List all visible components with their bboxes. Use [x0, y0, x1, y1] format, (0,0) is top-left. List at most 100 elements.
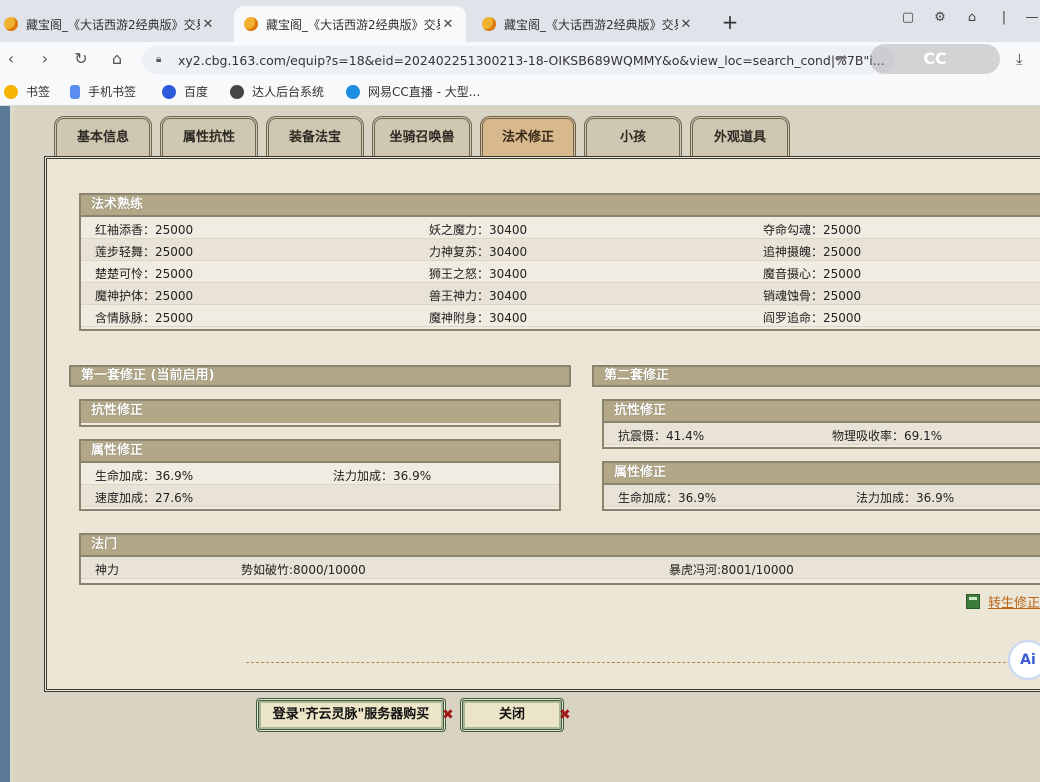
tab-child[interactable]: 小孩 [584, 116, 682, 158]
table-cell: 狮王之怒：30400 [429, 267, 528, 281]
browser-tab[interactable]: 藏宝阁_《大话西游2经典版》交易 ✕ [0, 6, 226, 42]
cc-live-icon [346, 84, 360, 99]
minimize-window-icon[interactable]: — [1022, 10, 1040, 30]
table-cell: 追神摄魄：25000 [763, 245, 862, 259]
spell-mastery-table: 红袖添香：25000 妖之魔力：30400 夺命勾魂：25000 莲步轻舞：25… [81, 217, 1040, 327]
baidu-icon [162, 84, 176, 99]
set1-resist-box: 抗性修正 [79, 399, 561, 427]
tab-equip-treasure[interactable]: 装备法宝 [266, 116, 364, 158]
table-cell: 夺命勾魂：25000 [763, 223, 862, 237]
table-cell: 红袖添香：25000 [95, 223, 194, 237]
bookmark-item[interactable]: 百度 [162, 83, 208, 100]
table-row: 速度加成：27.6% [81, 485, 559, 507]
cbg-favicon-icon [244, 17, 258, 31]
set2-attr-box: 属性修正 生命加成：36.9% 法力加成：36.9% [602, 461, 1040, 511]
tab-mount-summon[interactable]: 坐骑召唤兽 [372, 116, 472, 158]
url-text: xy2.cbg.163.com/equip?s=18&eid=202402251… [178, 52, 885, 68]
cc-live-watermark: CC [870, 44, 1000, 74]
table-cell: 势如破竹:8000/10000 [241, 563, 366, 577]
login-buy-button[interactable]: 登录"齐云灵脉"服务器购买 [256, 698, 446, 732]
bookmark-label: 达人后台系统 [252, 85, 325, 99]
spell-correction-panel: 法术熟练 红袖添香：25000 妖之魔力：30400 夺命勾魂：25000 莲步… [44, 156, 1040, 692]
table-cell: 魔音摄心：25000 [763, 267, 862, 281]
browser-tab-title: 藏宝阁_《大话西游2经典版》交易 [504, 17, 678, 32]
bookmarks-bar: 书签 手机书签 百度 达人后台系统 网易CC直播 - 大型... [0, 76, 1040, 106]
table-cell: 力神复苏：30400 [429, 245, 528, 259]
rebirth-correction-link[interactable]: 转生修正 [966, 592, 1040, 611]
table-row: 莲步轻舞：25000 力神复苏：30400 追神摄魄：25000 [81, 239, 1040, 261]
ribbon-decoration-icon: ✖ [442, 707, 454, 723]
browser-tab[interactable]: 藏宝阁_《大话西游2经典版》交易 ✕ [472, 6, 704, 42]
table-cell: 抗震慑：41.4% [618, 429, 705, 443]
bookmark-item[interactable]: 达人后台系统 [230, 83, 324, 100]
page-left-edge [0, 106, 10, 782]
browser-tab-bar: 藏宝阁_《大话西游2经典版》交易 ✕ 藏宝阁_《大话西游2经典版》交易 ✕ 藏宝… [0, 0, 1040, 42]
browser-tab-title: 藏宝阁_《大话西游2经典版》交易 [26, 17, 200, 32]
url-input[interactable]: 🔒︎ xy2.cbg.163.com/equip?s=18&eid=202402… [142, 46, 894, 74]
reload-icon[interactable]: ↻ [70, 48, 92, 70]
table-cell: 法力加成：36.9% [856, 491, 955, 505]
table-cell: 莲步轻舞：25000 [95, 245, 194, 259]
table-row: 红袖添香：25000 妖之魔力：30400 夺命勾魂：25000 [81, 217, 1040, 239]
table-cell: 暴虎冯河:8001/10000 [669, 563, 794, 577]
set1-attr-title: 属性修正 [81, 441, 559, 463]
table-row: 抗震慑：41.4% 物理吸收率：69.1% [604, 423, 1040, 445]
table-row: 含情脉脉：25000 魔神附身：30400 阎罗追命：25000 [81, 305, 1040, 327]
set2-title: 第二套修正 [592, 365, 1040, 387]
ai-assistant-button[interactable]: Ai [1008, 640, 1040, 680]
table-cell: 速度加成：27.6% [95, 491, 194, 505]
back-icon[interactable]: ‹ [0, 48, 22, 70]
bookmark-label: 网易CC直播 - 大型... [368, 85, 481, 99]
lock-icon: 🔒︎ [156, 54, 162, 65]
tab-search-icon[interactable]: ▢ [898, 10, 918, 30]
bookmark-item[interactable]: 书签 [4, 83, 50, 100]
home-icon[interactable]: ⌂ [106, 48, 128, 70]
forward-icon[interactable]: › [34, 48, 56, 70]
browser-tab-active[interactable]: 藏宝阁_《大话西游2经典版》交易 ✕ [234, 6, 466, 42]
spell-mastery-box: 法术熟练 红袖添香：25000 妖之魔力：30400 夺命勾魂：25000 莲步… [79, 193, 1040, 331]
table-cell: 魔神附身：30400 [429, 311, 528, 325]
fameng-box: 法门 神力 势如破竹:8000/10000 暴虎冯河:8001/10000 [79, 533, 1040, 585]
table-cell: 妖之魔力：30400 [429, 223, 528, 237]
table-cell: 楚楚可怜：25000 [95, 267, 194, 281]
rebirth-correction-label: 转生修正 [988, 596, 1040, 611]
calculator-icon [966, 594, 980, 609]
tab-attr-resist[interactable]: 属性抗性 [160, 116, 258, 158]
bookmark-label: 书签 [26, 85, 51, 99]
tab-spell-correction[interactable]: 法术修正 [480, 116, 576, 158]
extension-icon[interactable]: ⚙ [930, 10, 950, 30]
spell-mastery-title: 法术熟练 [81, 195, 1040, 217]
share-icon[interactable]: ➦ [836, 50, 848, 66]
new-tab-button[interactable]: + [720, 10, 740, 34]
bookmark-label: 百度 [184, 85, 209, 99]
talent-icon [230, 84, 244, 99]
table-cell: 魔神护体：25000 [95, 289, 194, 303]
set1-attr-table: 生命加成：36.9% 法力加成：36.9% 速度加成：27.6% [81, 463, 559, 507]
browser-tab-title: 藏宝阁_《大话西游2经典版》交易 [266, 17, 440, 32]
bookmark-item[interactable]: 手机书签 [70, 83, 136, 100]
divider [246, 662, 1040, 663]
table-row: 魔神护体：25000 兽王神力：30400 销魂蚀骨：25000 [81, 283, 1040, 305]
star-icon [4, 84, 18, 99]
tab-basic-info[interactable]: 基本信息 [54, 116, 152, 158]
close-tab-icon[interactable]: ✕ [440, 17, 456, 32]
table-cell: 神力 [95, 563, 120, 577]
close-button[interactable]: 关闭 [460, 698, 564, 732]
set2-resist-box: 抗性修正 抗震慑：41.4% 物理吸收率：69.1% [602, 399, 1040, 449]
table-cell: 生命加成：36.9% [95, 469, 194, 483]
table-cell: 物理吸收率：69.1% [832, 429, 943, 443]
close-tab-icon[interactable]: ✕ [200, 17, 216, 32]
shirt-icon[interactable]: ⌂ [962, 10, 982, 30]
download-icon[interactable]: ⤓ [1016, 50, 1023, 68]
bookmark-item[interactable]: 网易CC直播 - 大型... [346, 83, 480, 100]
table-cell: 含情脉脉：25000 [95, 311, 194, 325]
table-cell: 阎罗追命：25000 [763, 311, 862, 325]
close-tab-icon[interactable]: ✕ [678, 17, 694, 32]
bookmark-label: 手机书签 [88, 85, 137, 99]
set1-attr-box: 属性修正 生命加成：36.9% 法力加成：36.9% 速度加成：27.6% [79, 439, 561, 511]
set1-resist-title: 抗性修正 [81, 401, 559, 423]
table-row: 楚楚可怜：25000 狮王之怒：30400 魔音摄心：25000 [81, 261, 1040, 283]
tab-appearance[interactable]: 外观道具 [690, 116, 790, 158]
cbg-favicon-icon [482, 17, 496, 31]
minimize-icon[interactable]: | [994, 10, 1014, 30]
